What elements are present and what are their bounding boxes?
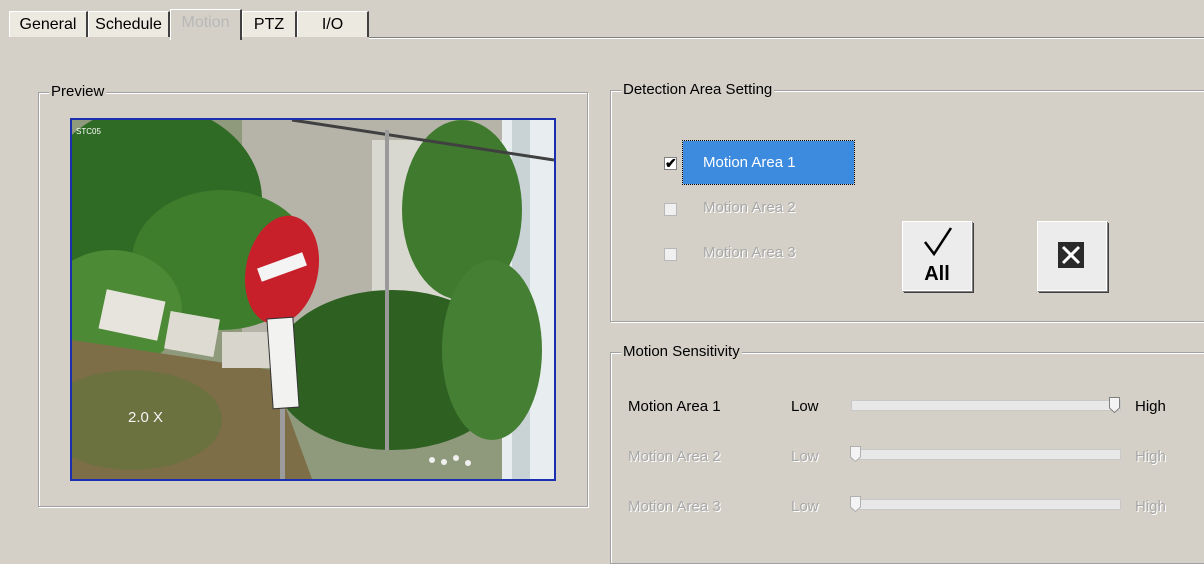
tab-motion[interactable]: Motion <box>170 9 242 40</box>
motion-area-2-label[interactable]: Motion Area 2 <box>703 199 796 216</box>
detection-area-legend: Detection Area Setting <box>621 81 775 98</box>
tab-io[interactable]: I/O <box>297 11 369 37</box>
camera-image: STC05 2.0 X <box>72 120 554 479</box>
tab-label: PTZ <box>253 16 285 33</box>
sensitivity-high-label: High <box>1135 448 1166 465</box>
camera-preview: STC05 2.0 X <box>70 118 556 481</box>
sensitivity-low-label: Low <box>791 448 819 465</box>
sensitivity-high-label: High <box>1135 498 1166 515</box>
clear-x-icon <box>1058 242 1084 268</box>
motion-area-1-label[interactable]: Motion Area 1 <box>682 140 855 185</box>
motion-area-2-checkbox[interactable] <box>664 203 677 216</box>
tab-label: I/O <box>321 16 344 33</box>
motion-area-1-checkbox[interactable]: ✔ <box>664 155 677 171</box>
overlay-zoom: 2.0 X <box>128 409 163 426</box>
motion-area-3-label[interactable]: Motion Area 3 <box>703 244 796 261</box>
tab-label: Motion <box>181 14 230 31</box>
tab-ptz[interactable]: PTZ <box>242 11 297 37</box>
select-all-button[interactable]: All <box>902 221 972 291</box>
preview-legend: Preview <box>49 83 107 100</box>
sensitivity-area-2-label: Motion Area 2 <box>628 448 721 465</box>
sensitivity-area-3-thumb[interactable] <box>850 496 861 512</box>
sensitivity-area-1-label: Motion Area 1 <box>628 398 721 415</box>
sensitivity-area-2-thumb[interactable] <box>850 446 861 462</box>
overlay-camera-id: STC05 <box>76 127 101 136</box>
sensitivity-low-label: Low <box>791 498 819 515</box>
tab-divider-highlight <box>369 38 1204 39</box>
checkmark-icon: ✔ <box>665 155 677 171</box>
motion-area-3-checkbox[interactable] <box>664 248 677 261</box>
all-label: All <box>924 263 950 285</box>
tab-label: General <box>19 16 77 33</box>
motion-sensitivity-legend: Motion Sensitivity <box>621 343 742 360</box>
tab-general[interactable]: General <box>9 11 88 37</box>
sensitivity-area-3-label: Motion Area 3 <box>628 498 721 515</box>
select-all-icon: All <box>924 227 953 285</box>
clear-all-button[interactable] <box>1037 221 1107 291</box>
tab-strip: General Schedule Motion PTZ I/O <box>0 0 1204 40</box>
sensitivity-area-3-slider[interactable] <box>851 499 1121 510</box>
sensitivity-area-2-slider[interactable] <box>851 449 1121 460</box>
sensitivity-high-label: High <box>1135 398 1166 415</box>
tab-label: Schedule <box>95 16 162 33</box>
sensitivity-area-1-thumb[interactable] <box>1109 397 1120 413</box>
tab-schedule[interactable]: Schedule <box>88 11 170 37</box>
sensitivity-area-1-slider[interactable] <box>851 400 1121 411</box>
sensitivity-low-label: Low <box>791 398 819 415</box>
